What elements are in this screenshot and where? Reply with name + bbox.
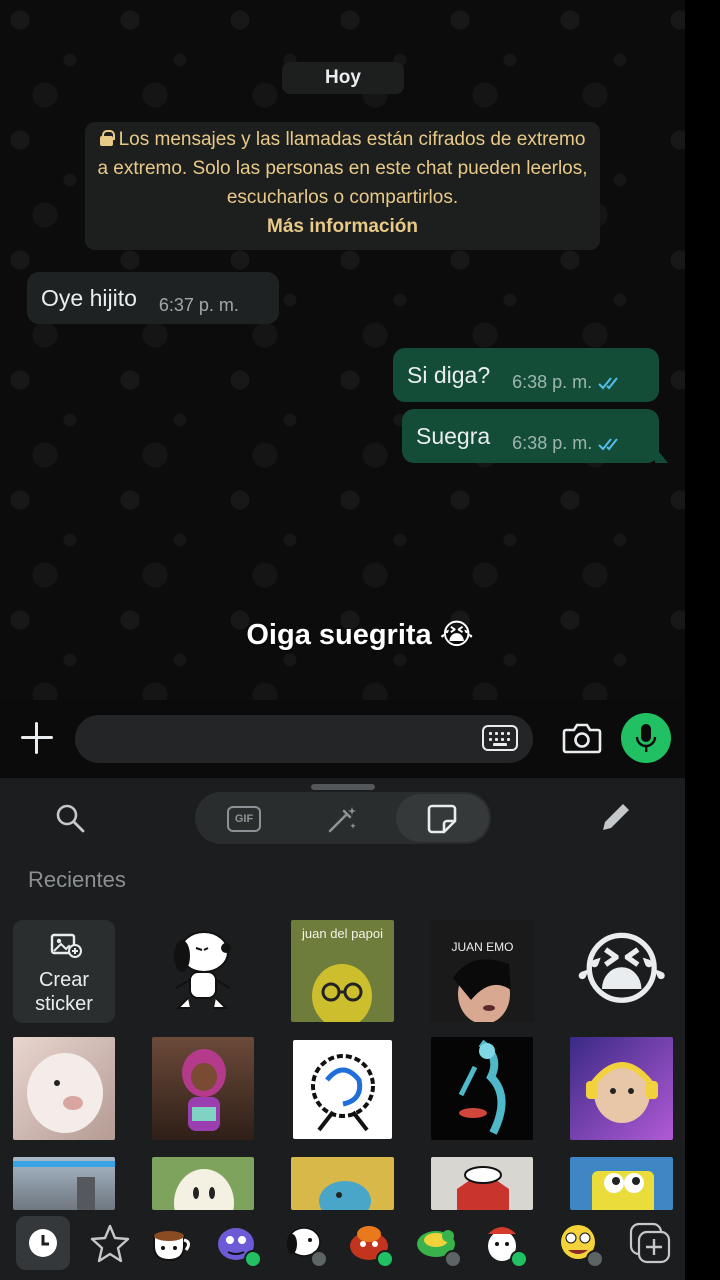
download-badge	[510, 1250, 528, 1268]
praying-crying-emoji-sticker[interactable]: 😭	[575, 920, 667, 1020]
keyboard-icon[interactable]	[482, 725, 518, 751]
tab-recent[interactable]	[16, 1216, 70, 1270]
cartoon-animal-drawing	[319, 1181, 371, 1210]
camera-icon[interactable]	[562, 722, 602, 754]
message-text: Si diga?	[407, 361, 491, 388]
edit-pencil-icon[interactable]	[597, 800, 633, 836]
tab-gif[interactable]: GIF	[227, 806, 261, 832]
bubble-tail	[655, 447, 668, 463]
whatsapp-chat-screen: Hoy Los mensajes y las llamadas están ci…	[0, 0, 685, 1280]
pack-red-creature[interactable]	[346, 1220, 394, 1268]
tab-avatar-magic-icon[interactable]	[326, 803, 358, 835]
lock-icon	[99, 130, 115, 146]
spongebob-sticker[interactable]	[570, 1157, 673, 1210]
encryption-notice[interactable]: Los mensajes y las llamadas están cifrad…	[85, 122, 600, 250]
spiral-drawing	[311, 1054, 375, 1132]
add-badge	[310, 1250, 328, 1268]
pack-snoopy[interactable]	[280, 1220, 328, 1268]
read-receipt-icon	[598, 377, 618, 390]
game-scene-drawing	[13, 1161, 115, 1210]
message-input[interactable]	[75, 715, 533, 763]
pack-white-character[interactable]	[480, 1220, 528, 1268]
snoopy-house-sticker[interactable]	[431, 1157, 533, 1210]
download-badge	[244, 1250, 262, 1268]
xray-drawing	[458, 1039, 506, 1135]
create-sticker-label: Crear sticker	[35, 969, 93, 1015]
message-time: 6:38 p. m.	[512, 433, 624, 454]
date-chip: Hoy	[282, 62, 404, 94]
juan-emo-sticker[interactable]: JUAN EMO	[431, 920, 534, 1022]
ghost-drawing	[174, 1169, 234, 1210]
puppy-drawing	[586, 1062, 658, 1123]
pack-green-turtle[interactable]	[414, 1220, 462, 1268]
read-receipt-icon	[598, 438, 618, 451]
add-pack-icon[interactable]	[627, 1220, 673, 1266]
microphone-icon	[635, 724, 657, 752]
recent-icon	[29, 1229, 57, 1257]
snoopy-house-drawing	[457, 1166, 509, 1210]
xray-sticker[interactable]	[431, 1037, 533, 1140]
emo-face-drawing	[453, 959, 511, 1022]
game-scene-sticker[interactable]	[13, 1157, 115, 1210]
message-text: Oye hijito	[41, 284, 137, 311]
hamster-drawing	[27, 1053, 103, 1133]
pack-yellow-face[interactable]	[556, 1220, 604, 1268]
add-image-icon	[50, 933, 82, 958]
cartoon-animal-sticker[interactable]	[291, 1157, 394, 1210]
drag-handle[interactable]	[311, 784, 375, 790]
spiral-face-sticker[interactable]	[293, 1040, 392, 1139]
snoopy-sticker[interactable]	[160, 926, 242, 1018]
section-label-recent: Recientes	[28, 867, 126, 892]
message-time: 6:38 p. m.	[512, 372, 624, 393]
message-bubble-outgoing[interactable]: Suegra 6:38 p. m.	[402, 409, 659, 463]
search-icon[interactable]	[54, 802, 86, 834]
download-badge	[376, 1250, 394, 1268]
doll-drawing	[182, 1049, 226, 1131]
yellow-face-drawing	[312, 964, 372, 1022]
add-badge	[586, 1250, 604, 1268]
pack-purple-character[interactable]	[214, 1220, 262, 1268]
message-text: Suegra	[416, 422, 491, 449]
favorites-icon[interactable]	[87, 1220, 133, 1266]
create-sticker-button[interactable]: Crear sticker	[13, 920, 115, 1023]
hamster-sticker[interactable]	[13, 1037, 115, 1140]
attach-plus-button[interactable]	[18, 719, 56, 757]
message-bubble-outgoing[interactable]: Si diga? 6:38 p. m.	[393, 348, 659, 402]
snoopy-drawing	[174, 931, 231, 1009]
video-caption: Oiga suegrita 😭	[246, 619, 474, 651]
tab-sticker-icon[interactable]	[426, 803, 458, 835]
puppy-headphones-sticker[interactable]	[570, 1037, 673, 1140]
microphone-button[interactable]	[621, 713, 671, 763]
message-time: 6:37 p. m.	[158, 294, 239, 315]
encryption-notice-text: Los mensajes y las llamadas están cifrad…	[97, 129, 588, 208]
add-badge	[444, 1250, 462, 1268]
more-info-link[interactable]: Más información	[95, 212, 590, 241]
juan-del-papoi-sticker[interactable]: juan del papoi	[291, 920, 394, 1022]
doll-sticker[interactable]	[152, 1037, 254, 1140]
ghost-sticker[interactable]	[152, 1157, 254, 1210]
pack-teacup[interactable]	[148, 1220, 194, 1266]
spongebob-drawing	[592, 1171, 654, 1210]
message-bubble-incoming[interactable]: Oye hijito 6:37 p. m.	[27, 272, 279, 324]
screen-edge	[685, 0, 720, 1280]
